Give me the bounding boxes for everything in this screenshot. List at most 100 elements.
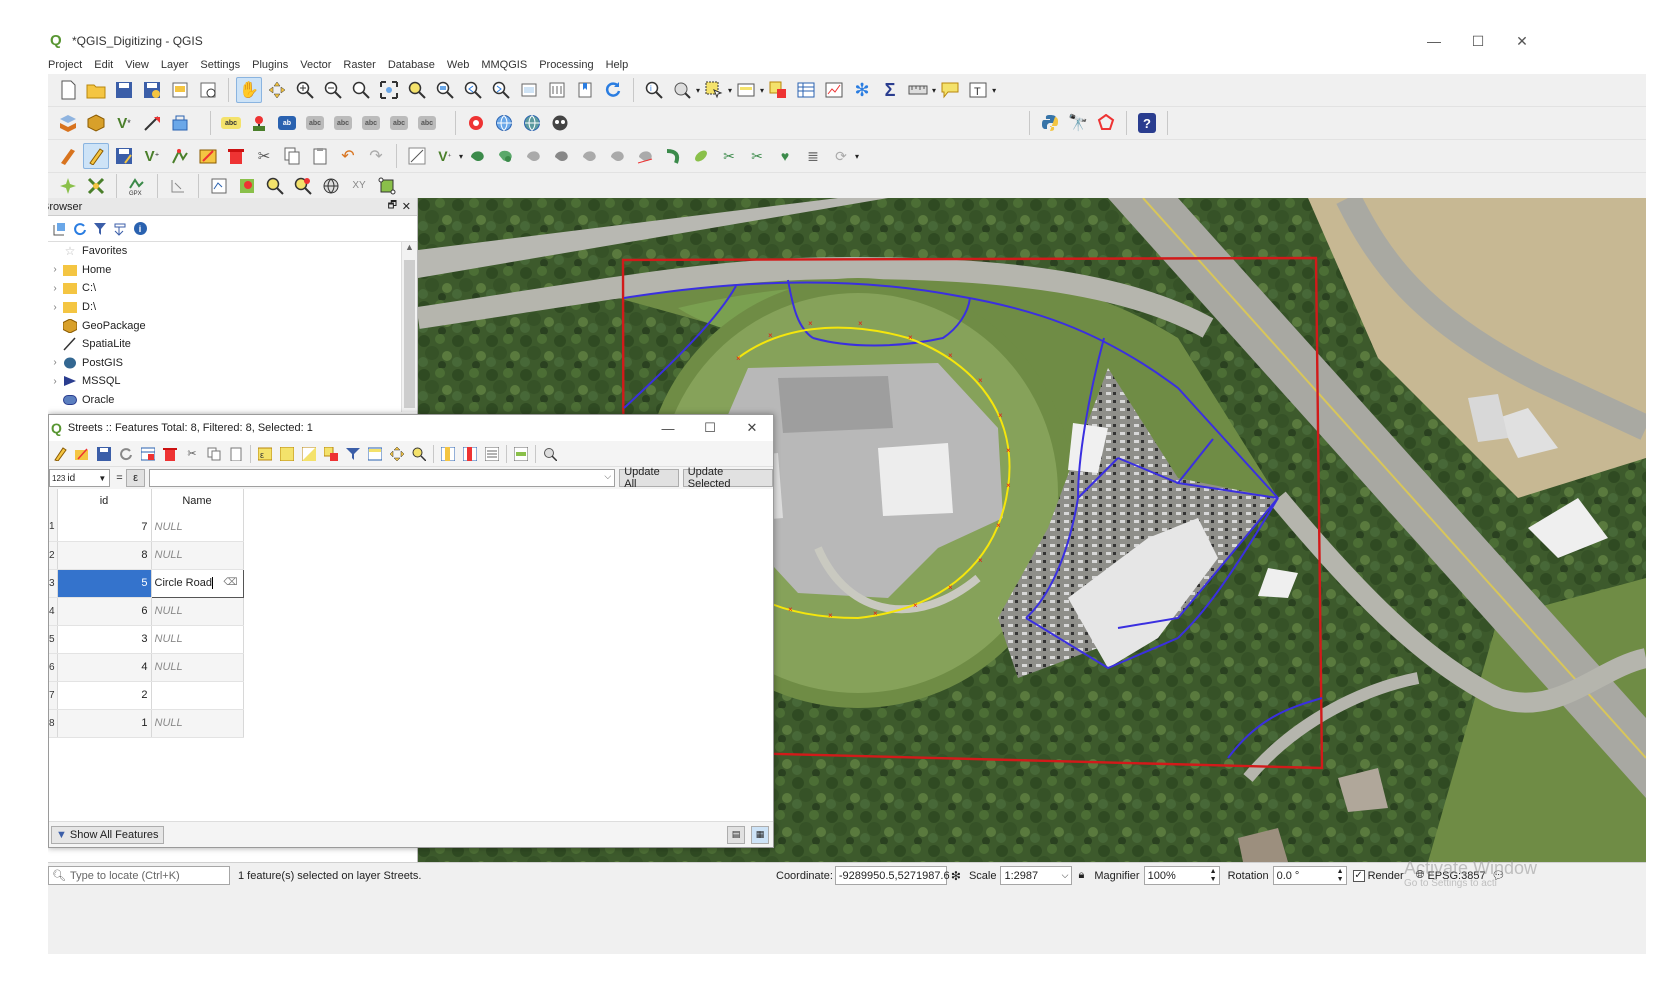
locator-search-input[interactable]: 🔍︎ Type to locate (Ctrl+K) [48, 866, 230, 885]
new-temporary-layer-icon[interactable] [167, 110, 193, 136]
delete-feature-icon[interactable] [160, 444, 180, 464]
chevron-right-icon[interactable]: › [48, 376, 62, 387]
row-number[interactable]: 3 [49, 569, 58, 598]
menu-processing[interactable]: Processing [533, 59, 599, 71]
select-features-icon[interactable] [701, 77, 727, 103]
new-project-icon[interactable] [55, 77, 81, 103]
render-checkbox[interactable]: ✓ [1352, 869, 1365, 882]
cell-name[interactable]: NULL [151, 653, 244, 682]
close-panel-icon[interactable]: ✕ [402, 200, 411, 213]
maximize-button[interactable]: ☐ [1456, 26, 1500, 56]
gpx-tools-icon[interactable]: GPX [124, 173, 150, 199]
filter-browser-icon[interactable] [91, 220, 109, 238]
georeferencer-icon[interactable] [463, 110, 489, 136]
spin-arrows-icon[interactable]: ▲ ▼ [1337, 868, 1344, 884]
cell-name-editor[interactable]: Circle Road ⌫ [150, 568, 244, 598]
add-ring-icon[interactable]: V ⁺ [432, 143, 458, 169]
chevron-right-icon[interactable]: › [48, 302, 62, 313]
properties-info-icon[interactable]: i [131, 220, 149, 238]
browser-item-oracle[interactable]: Oracle [48, 391, 417, 410]
change-label-icon[interactable]: abc [386, 110, 412, 136]
field-calculator-sigma-icon[interactable]: Σ [877, 77, 903, 103]
select-by-value-icon[interactable] [733, 77, 759, 103]
clear-value-icon[interactable]: ⌫ [223, 577, 237, 588]
highlight-pinned-labels-icon[interactable]: ab [274, 110, 300, 136]
invert-selection-icon[interactable] [299, 444, 319, 464]
measure-icon[interactable] [905, 77, 931, 103]
layout-manager-icon[interactable] [195, 77, 221, 103]
cut-features-icon[interactable]: ✂ [251, 143, 277, 169]
cell-id[interactable]: 7 [57, 513, 152, 542]
temporal-controller-icon[interactable] [544, 77, 570, 103]
pan-to-selection-icon[interactable] [264, 77, 290, 103]
browser-item-spatialite[interactable]: SpatiaLite [48, 335, 417, 354]
coordinate-input[interactable]: -9289950.5,5271987.6 [834, 866, 950, 885]
magnifier-spinbox[interactable]: 100% ▲ ▼ [1143, 866, 1220, 885]
globe-wireframe-icon[interactable] [318, 173, 344, 199]
refresh-browser-icon[interactable] [71, 220, 89, 238]
geocoder-icon[interactable] [547, 110, 573, 136]
map-tips-icon[interactable] [937, 77, 963, 103]
new-spatialite-layer-icon[interactable] [139, 110, 165, 136]
row-number[interactable]: 2 [49, 541, 58, 570]
new-geopackage-layer-icon[interactable] [83, 110, 109, 136]
new-field-icon[interactable] [438, 444, 458, 464]
delete-field-icon[interactable] [460, 444, 480, 464]
merge-attributes-icon[interactable]: ♥ [772, 143, 798, 169]
modify-attributes-icon[interactable] [195, 143, 221, 169]
chevron-right-icon[interactable]: › [48, 264, 62, 275]
current-edits-icon[interactable] [55, 143, 81, 169]
actions-icon[interactable] [540, 444, 560, 464]
shape-tools-icon[interactable] [1093, 110, 1119, 136]
move-feature-icon[interactable] [464, 143, 490, 169]
zoom-native-icon[interactable] [348, 77, 374, 103]
offset-curve-icon[interactable] [660, 143, 686, 169]
deselect-all-icon[interactable] [765, 77, 791, 103]
simplify-icon[interactable] [520, 143, 546, 169]
new-shapefile-layer-icon[interactable]: V * [111, 110, 137, 136]
rotate-feature-icon[interactable] [492, 143, 518, 169]
browser-item-mssql[interactable]: › MSSQL [48, 372, 417, 391]
row-number[interactable]: 5 [49, 625, 58, 654]
help-icon[interactable]: ? [1134, 110, 1160, 136]
show-bookmarks-icon[interactable] [572, 77, 598, 103]
select-by-expression-icon[interactable]: ε [255, 444, 275, 464]
scroll-thumb[interactable] [404, 260, 415, 408]
cell-id[interactable]: 6 [57, 597, 152, 626]
copy-features-icon[interactable] [279, 143, 305, 169]
delete-selected-icon[interactable] [223, 143, 249, 169]
delete-ring-icon[interactable] [576, 143, 602, 169]
field-selector[interactable]: 123 id ▼ [49, 469, 111, 487]
row-number[interactable]: 1 [49, 513, 58, 542]
update-all-button[interactable]: Update All [619, 466, 679, 490]
table-row[interactable]: 2 8 NULL [49, 541, 244, 570]
zoom-out-icon[interactable] [320, 77, 346, 103]
new-print-layout-icon[interactable] [167, 77, 193, 103]
menu-settings[interactable]: Settings [194, 59, 246, 71]
scale-select[interactable]: 1:2987 ⌵ [1000, 866, 1073, 885]
save-as-icon[interactable] [139, 77, 165, 103]
cell-name[interactable]: NULL [151, 541, 244, 570]
browser-item-postgis[interactable]: › PostGIS [48, 354, 417, 373]
split-parts-icon[interactable]: ✂ [716, 143, 742, 169]
coordinate-capture-icon[interactable] [165, 173, 191, 199]
paste-features-icon[interactable] [307, 143, 333, 169]
table-row[interactable]: 72 [49, 681, 244, 710]
zoom-to-selection-icon[interactable] [404, 77, 430, 103]
update-selected-button[interactable]: Update Selected [682, 466, 773, 490]
table-row[interactable]: 6 4 NULL [49, 653, 244, 682]
copy-selected-icon[interactable] [204, 444, 224, 464]
cell-id[interactable]: 2 [57, 681, 152, 710]
split-features-icon[interactable] [688, 143, 714, 169]
table-row[interactable]: 5 3 NULL [49, 625, 244, 654]
xy-tools-icon[interactable]: XY [346, 173, 372, 199]
row-number[interactable]: 7 [49, 681, 58, 710]
field-calculator-icon[interactable] [482, 444, 502, 464]
offset-point-symbols-icon[interactable]: ⟳ [828, 143, 854, 169]
undo-icon[interactable]: ↶ [335, 143, 361, 169]
zoom-next-icon[interactable] [488, 77, 514, 103]
reshape-features-icon[interactable] [632, 143, 658, 169]
browser-scrollbar[interactable]: ▲ [401, 242, 417, 412]
search-icon[interactable] [262, 173, 288, 199]
paste-icon[interactable] [226, 444, 246, 464]
